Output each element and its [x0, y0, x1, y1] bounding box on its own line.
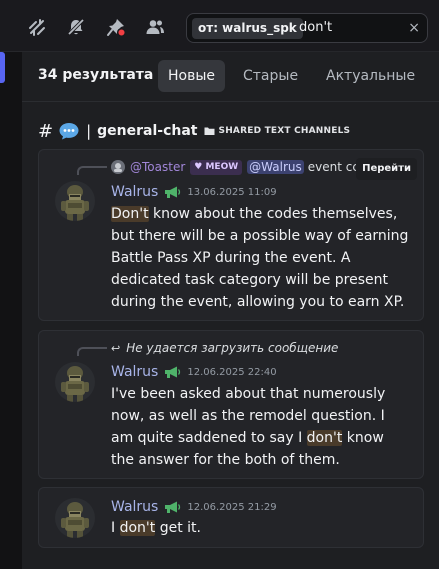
message-text: get it. [155, 520, 201, 536]
tab-oldest[interactable]: Старые [233, 60, 308, 92]
soldier-avatar-icon [55, 498, 95, 538]
results-header: 34 результата Новые Старые Актуальные [22, 52, 439, 102]
reply-text: event cc [307, 160, 359, 174]
megaphone-icon [165, 366, 181, 378]
message-header: Walrus 12.06.2025 22:40 [111, 363, 277, 381]
clear-search-icon[interactable]: × [408, 20, 420, 36]
message-content: Don't know about the codes themselves, b… [111, 203, 411, 313]
reply-failed-text: Не удается загрузить сообщение [126, 341, 339, 355]
search-result-card[interactable]: ↩ Не удается загрузить сообщение Walrus [38, 330, 424, 479]
pin-icon[interactable] [105, 16, 127, 38]
avatar[interactable] [55, 181, 95, 221]
reply-avatar-icon [111, 160, 125, 174]
reply-username[interactable]: @Toaster [130, 160, 185, 174]
reply-connector [77, 347, 107, 356]
message-content: I don't get it. [111, 517, 411, 539]
mute-bell-icon[interactable] [65, 16, 87, 38]
reply-arrow-icon: ↩ [111, 341, 121, 355]
message-content: I've been asked about that numerously no… [111, 383, 411, 471]
search-result-card[interactable]: @Toaster ♥ MEOW @Walrus event cc Перейти… [38, 149, 424, 321]
reply-mention[interactable]: @Walrus [247, 160, 304, 174]
message-timestamp[interactable]: 12.06.2025 21:29 [187, 502, 276, 513]
avatar[interactable] [55, 362, 95, 402]
message-timestamp[interactable]: 12.06.2025 22:40 [187, 367, 276, 378]
soldier-avatar-icon [55, 362, 95, 402]
author-name[interactable]: Walrus [111, 499, 158, 515]
search-query: don't [299, 20, 333, 35]
author-name[interactable]: Walrus [111, 364, 158, 380]
folder-icon [204, 127, 215, 135]
channel-hash-icon: # [38, 120, 54, 142]
search-highlight: Don't [111, 206, 149, 222]
channel-name[interactable]: general-chat [97, 123, 197, 139]
search-input[interactable]: от: walrus_spk don't × [186, 13, 428, 43]
soldier-avatar-icon [55, 181, 95, 221]
selected-indicator [0, 52, 5, 83]
search-result-card[interactable]: Walrus 12.06.2025 21:29 I don't get it. [38, 487, 424, 548]
channel-header[interactable]: # | general-chat SHARED TEXT CHANNELS [38, 120, 350, 142]
megaphone-icon [165, 501, 181, 513]
server-rail [0, 52, 22, 569]
members-icon[interactable] [144, 16, 166, 38]
message-text: I [111, 520, 120, 536]
reply-preview[interactable]: @Toaster ♥ MEOW @Walrus event cc [111, 158, 359, 176]
avatar[interactable] [55, 498, 95, 538]
message-timestamp[interactable]: 13.06.2025 11:09 [187, 187, 276, 198]
message-header: Walrus 12.06.2025 21:29 [111, 498, 277, 516]
search-filter-chip[interactable]: от: walrus_spk [192, 18, 303, 39]
speech-bubble-icon [59, 123, 79, 140]
tab-newest[interactable]: Новые [158, 60, 226, 92]
reply-user-tag-text: MEOW [205, 161, 239, 172]
message-header: Walrus 13.06.2025 11:09 [111, 183, 277, 201]
megaphone-icon [165, 186, 181, 198]
tab-relevant[interactable]: Актуальные [316, 60, 425, 92]
jump-button[interactable]: Перейти [356, 158, 417, 180]
channel-separator: | [86, 122, 92, 140]
search-highlight: don't [119, 520, 156, 536]
search-highlight: don't [306, 430, 343, 446]
search-results-panel: 34 результата Новые Старые Актуальные # … [22, 52, 439, 569]
threads-icon[interactable] [26, 16, 48, 38]
reply-preview-failed: ↩ Не удается загрузить сообщение [111, 339, 338, 357]
author-name[interactable]: Walrus [111, 184, 158, 200]
toolbar: от: walrus_spk don't × [0, 0, 439, 52]
results-count: 34 результата [38, 67, 154, 83]
reply-connector [77, 166, 107, 175]
reply-user-tag: ♥ MEOW [190, 159, 243, 175]
channel-category: SHARED TEXT CHANNELS [218, 126, 351, 136]
message-text: know about the codes themselves, but the… [111, 206, 409, 310]
